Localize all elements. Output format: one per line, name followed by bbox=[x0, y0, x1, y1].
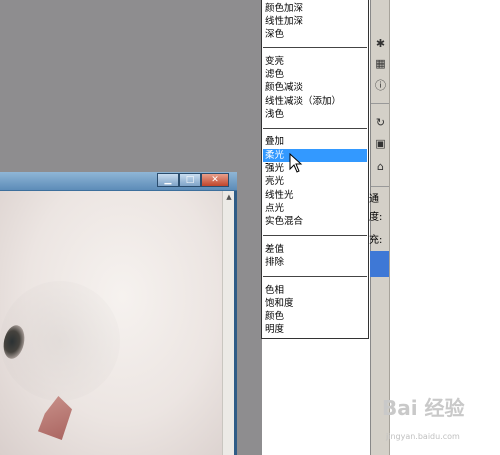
image-canvas[interactable] bbox=[0, 191, 222, 455]
baidu-watermark: Bai 经验 bbox=[382, 396, 465, 420]
menu-item-hue[interactable]: 色相 bbox=[263, 284, 367, 297]
menu-item-lighter-color[interactable]: 浅色 bbox=[263, 108, 367, 121]
panel-icon-strip: ✱ ▦ ⓘ ↻ ▣ ⌂ bbox=[370, 0, 391, 455]
window-border bbox=[234, 191, 237, 455]
close-button[interactable]: ✕ bbox=[201, 173, 229, 187]
menu-item-vivid-light[interactable]: 亮光 bbox=[263, 175, 367, 188]
menu-item-hard-light[interactable]: 强光 bbox=[263, 162, 367, 175]
brush-icon[interactable]: ✱ bbox=[372, 37, 389, 51]
minimize-button[interactable]: ▁ bbox=[157, 173, 179, 187]
document-window[interactable]: ▁ □ ✕ ▲ bbox=[0, 172, 237, 455]
menu-item-hard-mix[interactable]: 实色混合 bbox=[263, 215, 367, 228]
opacity-label: 度: bbox=[369, 212, 383, 223]
menu-item-linear-light[interactable]: 线性光 bbox=[263, 189, 367, 202]
menu-item-darker-color[interactable]: 深色 bbox=[263, 28, 367, 41]
menu-item-overlay[interactable]: 叠加 bbox=[263, 135, 367, 148]
path-icon[interactable]: ⌂ bbox=[372, 160, 389, 174]
menu-item-screen[interactable]: 滤色 bbox=[263, 68, 367, 81]
info-icon[interactable]: ⓘ bbox=[372, 79, 389, 93]
blank-area bbox=[390, 0, 500, 455]
menu-item-pin-light[interactable]: 点光 bbox=[263, 202, 367, 215]
menu-separator bbox=[263, 128, 367, 129]
menu-item-color-burn[interactable]: 颜色加深 bbox=[263, 2, 367, 15]
cat-nose bbox=[38, 396, 72, 440]
channel-icon[interactable]: ▣ bbox=[372, 137, 389, 151]
menu-item-soft-light[interactable]: 柔光 bbox=[263, 149, 367, 162]
menu-separator bbox=[263, 47, 367, 48]
menu-separator bbox=[263, 276, 367, 277]
mouse-cursor-icon bbox=[289, 153, 303, 173]
window-controls: ▁ □ ✕ bbox=[157, 173, 229, 187]
selected-layer-row[interactable] bbox=[370, 251, 390, 277]
menu-item-exclusion[interactable]: 排除 bbox=[263, 256, 367, 269]
document-title-bar[interactable]: ▁ □ ✕ bbox=[0, 172, 237, 190]
menu-item-linear-dodge[interactable]: 线性减淡（添加） bbox=[263, 95, 367, 108]
menu-item-color-dodge[interactable]: 颜色减淡 bbox=[263, 81, 367, 94]
blend-mode-menu[interactable]: 颜色加深 线性加深 深色 变亮 滤色 颜色减淡 线性减淡（添加） 浅色 叠加 柔… bbox=[261, 0, 369, 339]
fill-label: 充: bbox=[369, 235, 383, 246]
menu-item-linear-burn[interactable]: 线性加深 bbox=[263, 15, 367, 28]
menu-item-difference[interactable]: 差值 bbox=[263, 243, 367, 256]
watermark-url: jingyan.baidu.com bbox=[386, 432, 460, 441]
menu-item-saturation[interactable]: 饱和度 bbox=[263, 297, 367, 310]
maximize-button[interactable]: □ bbox=[179, 173, 201, 187]
image-icon[interactable]: ▦ bbox=[372, 57, 389, 71]
panel-tab-channels[interactable]: 通 bbox=[369, 193, 390, 207]
menu-item-lighten[interactable]: 变亮 bbox=[263, 55, 367, 68]
layer-icon[interactable]: ↻ bbox=[372, 116, 389, 130]
menu-item-luminosity[interactable]: 明度 bbox=[263, 323, 367, 336]
menu-separator bbox=[263, 235, 367, 236]
menu-item-color[interactable]: 颜色 bbox=[263, 310, 367, 323]
